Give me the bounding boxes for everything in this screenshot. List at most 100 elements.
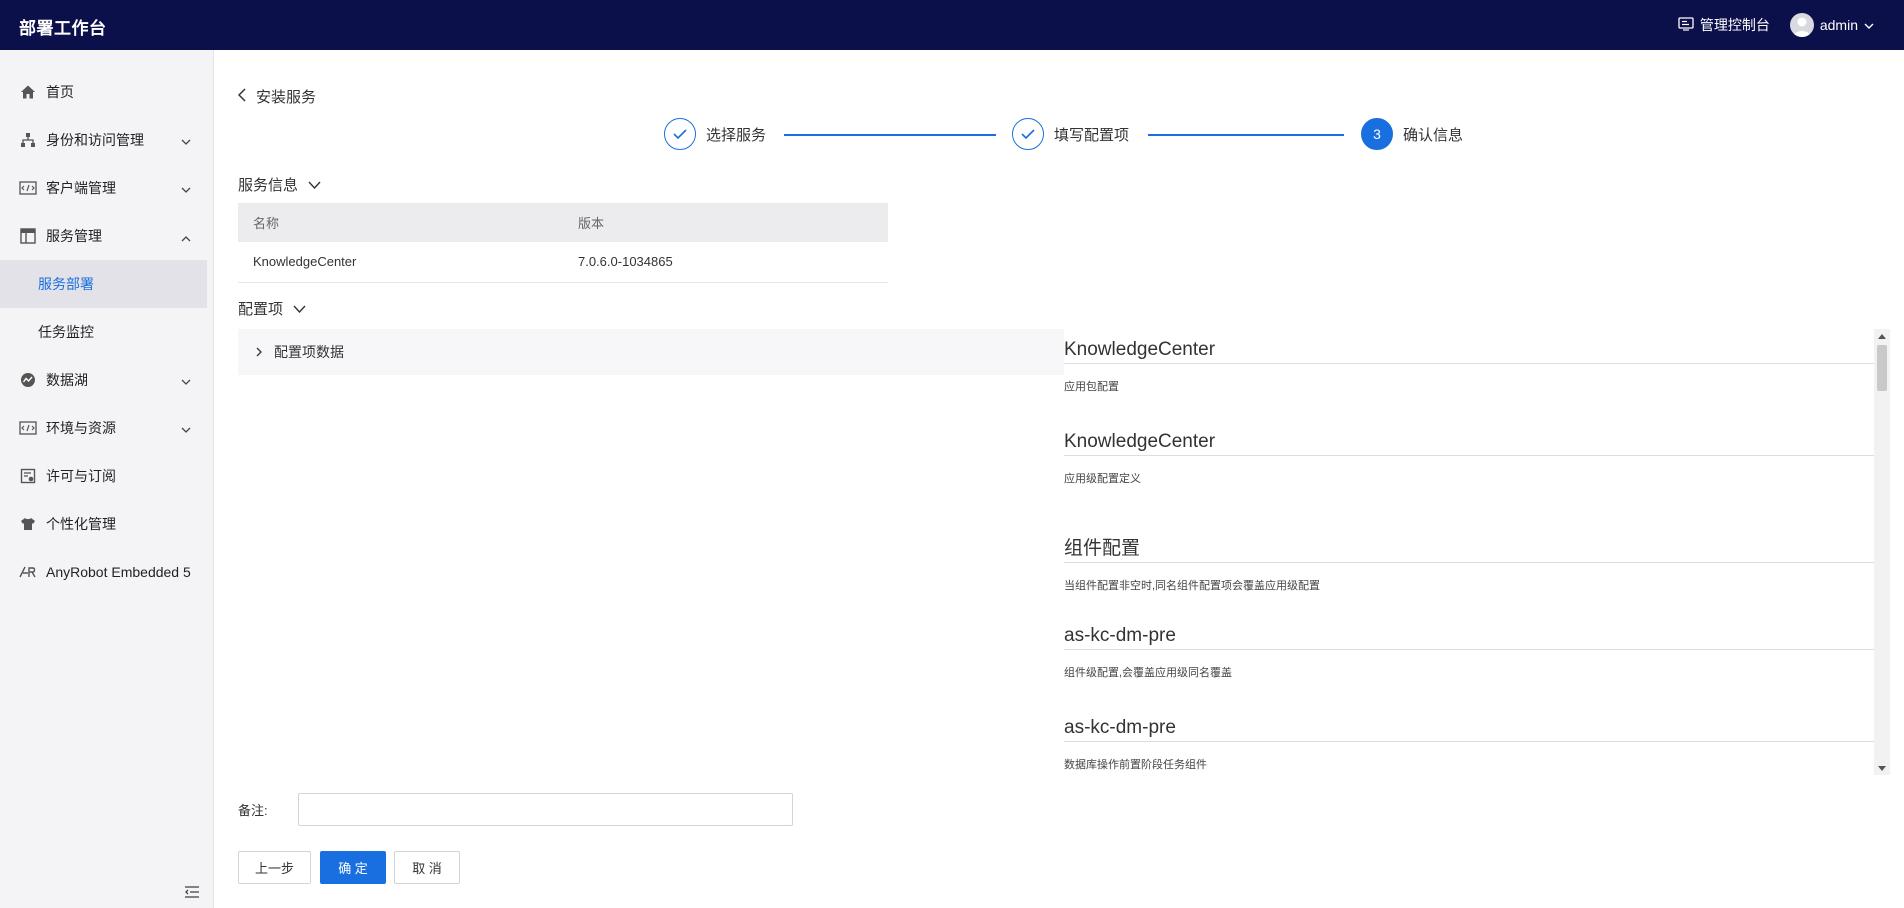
code-window-icon <box>19 179 37 197</box>
sidebar-item-task-monitor[interactable]: 任务监控 <box>0 308 213 356</box>
license-icon <box>19 467 37 485</box>
step-label: 选择服务 <box>706 126 767 144</box>
sidebar-item-env-resources[interactable]: 环境与资源 <box>0 404 213 452</box>
step-connector <box>1148 134 1344 136</box>
step-label: 填写配置项 <box>1054 126 1130 144</box>
sidebar-item-label: 个性化管理 <box>46 516 116 532</box>
config-entry-desc: 应用级配置定义 <box>1064 473 1141 485</box>
back-link[interactable]: 安装服务 <box>237 86 317 107</box>
step-number: 3 <box>1361 118 1393 150</box>
chevron-down-icon <box>181 373 191 389</box>
remark-label: 备注: <box>238 803 268 818</box>
chevron-down-icon <box>308 176 321 193</box>
config-toggle[interactable]: 配置项 <box>238 298 306 319</box>
config-entry: KnowledgeCenter 应用包配置 <box>1064 339 1874 394</box>
console-label: 管理控制台 <box>1699 17 1770 33</box>
cancel-button[interactable]: 取 消 <box>394 851 460 884</box>
service-name-cell: KnowledgeCenter <box>238 242 563 283</box>
step-label: 确认信息 <box>1403 126 1464 144</box>
table-row: KnowledgeCenter 7.0.6.0-1034865 <box>238 242 888 283</box>
step-fill-config: 填写配置项 <box>1012 118 1129 150</box>
sidebar-item-label: 身份和访问管理 <box>46 132 144 148</box>
config-data-collapse[interactable]: 配置项数据 <box>238 329 1064 375</box>
sidebar-item-service-deploy[interactable]: 服务部署 <box>0 260 207 308</box>
chevron-left-icon <box>237 87 246 106</box>
sidebar-item-anyrobot[interactable]: AnyRobot Embedded 5 <box>0 548 213 596</box>
table-header-row: 名称 版本 <box>238 203 888 242</box>
chevron-down-icon <box>293 300 306 317</box>
remark-input[interactable] <box>298 793 793 826</box>
sidebar-item-label: 客户端管理 <box>46 180 116 196</box>
sidebar-item-iam[interactable]: 身份和访问管理 <box>0 116 213 164</box>
sidebar-item-label: 环境与资源 <box>46 420 116 436</box>
config-entry-title: as-kc-dm-pre <box>1064 717 1874 742</box>
page-title: 安装服务 <box>256 89 317 106</box>
chevron-down-icon <box>181 181 191 197</box>
chevron-down-icon <box>181 133 191 149</box>
main-content: 安装服务 选择服务 填写配置项 3 确认信息 服务信息 名称 版本 Knowle… <box>214 50 1904 908</box>
config-detail-panel[interactable]: KnowledgeCenter 应用包配置 KnowledgeCenter 应用… <box>1064 329 1890 775</box>
config-entry-title: KnowledgeCenter <box>1064 339 1874 364</box>
config-entry-title: KnowledgeCenter <box>1064 431 1874 456</box>
console-link[interactable]: 管理控制台 <box>1678 15 1770 35</box>
config-entry-desc: 数据库操作前置阶段任务组件 <box>1064 759 1207 771</box>
sidebar-item-label: 首页 <box>46 84 74 100</box>
sidebar-item-label: 许可与订阅 <box>46 468 116 484</box>
username: admin <box>1819 17 1858 33</box>
sidebar-item-service-mgmt[interactable]: 服务管理 <box>0 212 213 260</box>
table-icon <box>19 227 37 245</box>
steps: 选择服务 填写配置项 3 确认信息 <box>664 118 1564 152</box>
console-icon <box>1678 16 1694 34</box>
top-bar: 部署工作台 管理控制台 admin <box>0 0 1904 50</box>
config-entry: as-kc-dm-pre 数据库操作前置阶段任务组件 <box>1064 717 1874 772</box>
chevron-right-icon <box>256 344 262 360</box>
config-entry-title: 组件配置 <box>1064 533 1874 563</box>
avatar <box>1789 13 1814 37</box>
sidebar-item-label: 服务管理 <box>46 228 102 244</box>
check-icon <box>1012 118 1044 150</box>
sidebar-item-client[interactable]: 客户端管理 <box>0 164 213 212</box>
sidebar-item-datalake[interactable]: 数据湖 <box>0 356 213 404</box>
config-entry-desc: 应用包配置 <box>1064 381 1119 393</box>
sidebar-item-label: AnyRobot Embedded 5 <box>46 564 191 580</box>
sidebar-item-license[interactable]: 许可与订阅 <box>0 452 213 500</box>
config-entry: 组件配置 当组件配置非空时,同名组件配置项会覆盖应用级配置 <box>1064 533 1874 593</box>
service-info-toggle[interactable]: 服务信息 <box>238 174 321 195</box>
column-header: 版本 <box>563 203 888 242</box>
check-icon <box>664 118 696 150</box>
sidebar-item-personalization[interactable]: 个性化管理 <box>0 500 213 548</box>
chevron-down-icon <box>1864 17 1874 33</box>
confirm-button[interactable]: 确 定 <box>320 851 386 884</box>
code-window-icon <box>19 419 37 437</box>
scroll-thumb[interactable] <box>1877 345 1887 391</box>
collapse-label: 配置项数据 <box>274 344 344 360</box>
sidebar: 首页 身份和访问管理 客户端管理 服务管理 服务部署 任务监控 数据湖 环境与资… <box>0 50 214 908</box>
shirt-icon <box>19 515 37 533</box>
step-confirm-info: 3 确认信息 <box>1361 118 1463 150</box>
chevron-down-icon <box>181 421 191 437</box>
home-icon <box>19 83 37 101</box>
config-entry: KnowledgeCenter 应用级配置定义 <box>1064 431 1874 486</box>
step-connector <box>784 134 996 136</box>
section-title: 服务信息 <box>238 177 299 194</box>
scroll-up-icon[interactable] <box>1874 329 1890 343</box>
service-version-cell: 7.0.6.0-1034865 <box>563 242 888 283</box>
column-header: 名称 <box>238 203 563 242</box>
user-menu[interactable]: admin <box>1789 13 1874 37</box>
app-title: 部署工作台 <box>19 19 107 38</box>
config-entry: as-kc-dm-pre 组件级配置,会覆盖应用级同名覆盖 <box>1064 625 1874 680</box>
org-tree-icon <box>19 131 37 149</box>
config-entry-desc: 组件级配置,会覆盖应用级同名覆盖 <box>1064 667 1233 679</box>
config-scrollbar[interactable] <box>1874 329 1890 775</box>
section-title: 配置项 <box>238 301 284 318</box>
service-table: 名称 版本 KnowledgeCenter 7.0.6.0-1034865 <box>238 203 888 283</box>
data-lake-icon <box>19 371 37 389</box>
sidebar-item-home[interactable]: 首页 <box>0 68 213 116</box>
scroll-down-icon[interactable] <box>1874 761 1890 775</box>
anyrobot-icon <box>19 563 37 581</box>
prev-step-button[interactable]: 上一步 <box>238 851 311 884</box>
config-entry-desc: 当组件配置非空时,同名组件配置项会覆盖应用级配置 <box>1064 580 1321 592</box>
sidebar-item-label: 数据湖 <box>46 372 88 388</box>
step-select-service: 选择服务 <box>664 118 766 150</box>
sidebar-collapse-icon[interactable] <box>184 885 200 904</box>
